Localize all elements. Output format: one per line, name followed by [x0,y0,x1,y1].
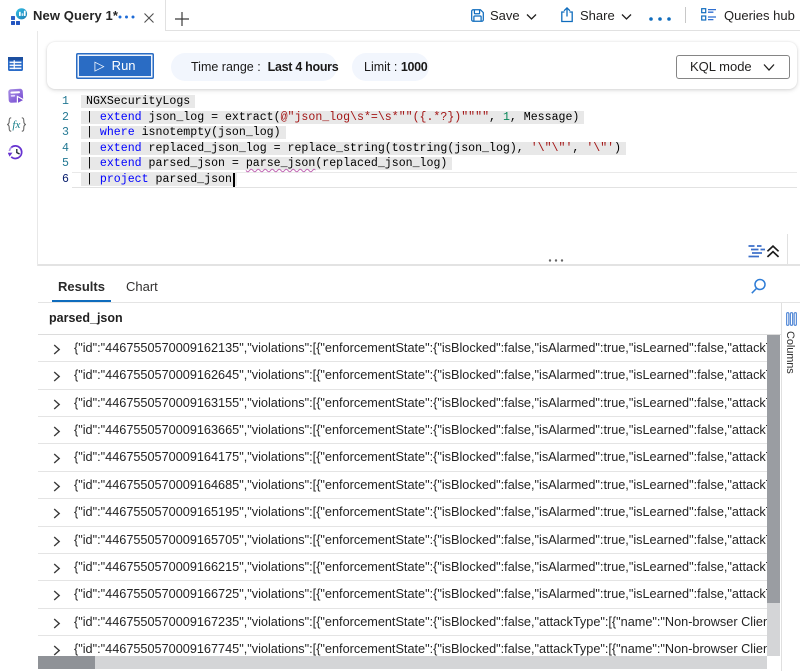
svg-text:fx: fx [12,119,20,131]
